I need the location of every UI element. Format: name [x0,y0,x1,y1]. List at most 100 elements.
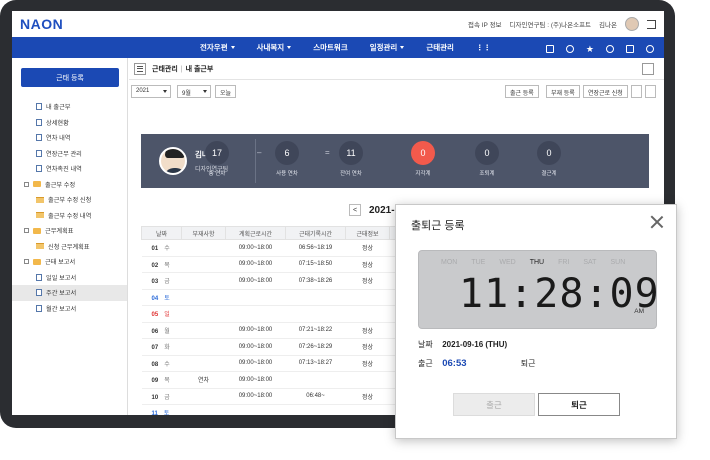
sidebar-item[interactable]: 월간 보고서 [12,301,127,317]
cell-absence: 연차 [181,371,226,389]
chat-icon[interactable] [565,45,574,53]
cell-absence [181,322,226,339]
app-logo[interactable]: NAON [20,16,63,32]
stat-label: 결근계 [541,171,557,177]
sidebar-item-label: 근무계획표 [45,228,74,236]
nav-item-schedule[interactable]: 일정관리 [370,42,405,53]
table-row[interactable]: 11 토 [141,404,406,415]
today-button[interactable]: 오늘 [215,85,237,98]
stat-value: 0 [537,141,561,165]
cell-recorded: 07:13~18:27 [285,355,346,372]
menu-toggle-icon[interactable] [134,62,146,75]
stat-item: 11 잔여 연차 [329,141,373,177]
table-row[interactable]: 06 월 09:00~18:00 07:21~18:22 정상 [141,322,406,339]
digital-clock: MON TUE WED THU FRI SAT SUN 11:28:09 AM [418,250,659,329]
table-row[interactable]: 01 수 09:00~18:00 06:56~18:19 정상 [141,239,406,257]
table-row[interactable]: 07 화 09:00~18:00 07:26~18:29 정상 [141,338,406,356]
breadcrumb: 근태관리 | 내 출근부 [129,58,664,80]
cell-planned: 09:00~18:00 [225,371,286,389]
folder-icon [33,181,41,188]
sidebar-item[interactable]: 신청 근무계획표 [12,239,127,255]
year-select[interactable]: 2021 [131,85,171,98]
cell-status: 정상 [345,256,390,273]
month-select[interactable]: 9월 [177,85,211,98]
sidebar-menu: 내 출근부상세현황연차 내역연장근무 관리 연차촉진 내역출근부 수정출근부 수정… [12,99,127,316]
out-label: 퇴근 [520,359,536,368]
sidebar-item[interactable]: 근무계획표 [12,223,127,239]
chevron-down-icon [203,90,207,93]
expand-icon[interactable] [24,259,29,265]
date-label: 날짜 [418,340,433,349]
sidebar-item-label: 월간 보고서 [46,305,77,313]
register-attendance-button[interactable]: 근태 등록 [21,68,119,87]
sidebar-item[interactable]: 근태 보고서 [12,254,127,270]
cell-day: 01 수 [141,239,182,257]
operator-symbol: = [325,148,330,157]
sidebar-item[interactable]: 연차 내역 [12,130,127,146]
nav-item-mail[interactable]: 전자우편 [200,42,235,53]
table-row[interactable]: 09 목 연차 09:00~18:00 [141,371,406,389]
apps-grid-icon[interactable]: ⋮⋮ [476,42,491,53]
cell-day: 09 목 [141,371,182,389]
cell-status [345,404,390,415]
document-icon [36,103,42,111]
prev-month-button[interactable]: < [349,204,361,216]
table-row[interactable]: 05 일 [141,305,406,323]
table-row[interactable]: 08 수 09:00~18:00 07:13~18:27 정상 [141,355,406,372]
sidebar-item[interactable]: 연장근무 관리 [12,146,127,162]
cell-planned: 09:00~18:00 [225,272,286,290]
stat-label: 사용 연차 [276,171,298,177]
sidebar-item-label: 출근부 수정 [45,181,76,189]
sidebar-item[interactable]: 출근부 수정 신청 [12,192,127,208]
print-icon[interactable] [645,85,656,98]
clock-in-button[interactable]: 출근 [453,393,535,416]
date-row: 날짜 2021-09-16 (THU) [418,339,507,350]
cell-day: 11 토 [141,404,182,415]
search-icon[interactable] [606,45,614,53]
sidebar-item[interactable]: 연차촉진 내역 [12,161,127,177]
cell-recorded: 07:21~18:22 [285,322,346,339]
sidebar-item[interactable]: 상세현황 [12,115,127,131]
nav-item-attendance[interactable]: 근태관리 [426,42,454,53]
table-row[interactable]: 10 금 09:00~18:00 06:48~ 정상 [141,388,406,405]
expand-icon[interactable] [24,181,29,187]
register-absence-button[interactable]: 부재 등록 [546,85,580,98]
attendance-register-modal: 출퇴근 등록 MON TUE WED THU FRI SAT SUN 11:28:09 AM… [395,204,677,439]
breadcrumb-section[interactable]: 근태관리 [152,66,178,73]
sidebar-item[interactable]: 일일 보고서 [12,270,127,286]
table-row[interactable]: 03 금 09:00~18:00 07:38~18:26 정상 [141,272,406,290]
expand-icon[interactable] [24,228,29,234]
table-row[interactable]: 02 목 09:00~18:00 07:15~18:50 정상 [141,256,406,273]
sidebar-item[interactable]: 출근부 수정 [12,177,127,193]
monitor-icon[interactable] [626,45,634,53]
sidebar-item[interactable]: 주간 보고서 [12,285,127,301]
pen-icon[interactable] [545,45,554,53]
star-icon[interactable]: ★ [586,45,594,54]
register-in-button[interactable]: 출근 등록 [505,85,539,98]
nav-item-smartwork[interactable]: 스마트워크 [313,42,348,53]
avatar[interactable] [625,17,639,31]
cell-day: 06 월 [141,322,182,339]
close-icon[interactable] [650,215,664,229]
sidebar-item-label: 상세현황 [46,119,69,127]
clock-out-button[interactable]: 퇴근 [538,393,620,416]
top-bar: NAON 접속 IP 정보 디자인연구팀 : (주)나온소프트 김나온 [12,11,664,37]
excel-icon[interactable] [631,85,642,98]
table-row[interactable]: 04 토 [141,289,406,306]
sidebar-item[interactable]: 내 출근부 [12,99,127,115]
cell-status: 정상 [345,322,390,339]
monitor-icon[interactable] [642,63,654,75]
ip-info-link[interactable]: 접속 IP 정보 [468,19,502,29]
stat-value: 17 [205,141,229,165]
sidebar-item-label: 신청 근무계획표 [48,243,90,251]
nav-item-welfare[interactable]: 사내복지 [257,42,292,53]
overtime-request-button[interactable]: 연장근로 신청 [583,85,628,98]
cell-planned [225,289,286,306]
logout-icon[interactable] [647,19,656,29]
cell-day: 08 수 [141,355,182,372]
palette-icon[interactable] [646,45,654,53]
cell-recorded [285,404,346,415]
sidebar-item-label: 연차 내역 [46,135,71,143]
sidebar-item[interactable]: 출근부 수정 내역 [12,208,127,224]
sidebar: 근태 등록 내 출근부상세현황연차 내역연장근무 관리 연차촉진 내역출근부 수정… [12,58,128,415]
